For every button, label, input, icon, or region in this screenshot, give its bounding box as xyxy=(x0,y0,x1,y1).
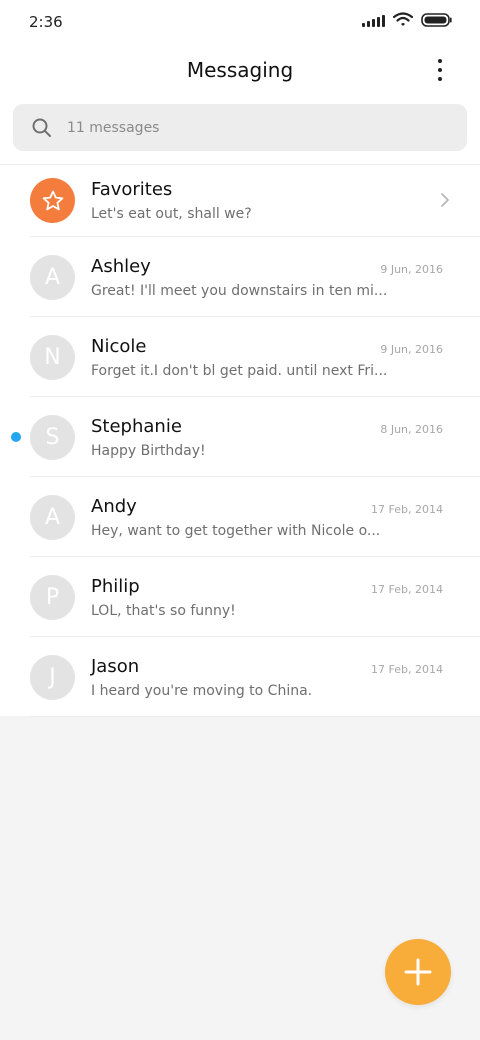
status-time: 2:36 xyxy=(29,13,63,31)
favorites-title: Favorites xyxy=(91,179,173,200)
star-icon xyxy=(42,190,63,210)
divider xyxy=(30,716,480,717)
contact-name: Nicole xyxy=(91,336,147,357)
message-preview: Hey, want to get together with Nicole o.… xyxy=(91,523,381,539)
message-preview: Great! I'll meet you downstairs in ten m… xyxy=(91,283,388,299)
conversation-row[interactable]: J Jason 17 Feb, 2014 I heard you're movi… xyxy=(0,637,480,717)
message-date: 17 Feb, 2014 xyxy=(371,663,443,676)
wifi-icon xyxy=(393,12,413,26)
new-message-button[interactable] xyxy=(385,939,451,1005)
message-date: 9 Jun, 2016 xyxy=(380,343,443,356)
messaging-screen: 2:36 Messaging 11 messages Favorites Let… xyxy=(0,0,480,1040)
avatar: A xyxy=(30,495,75,540)
conversation-row[interactable]: P Philip 17 Feb, 2014 LOL, that's so fun… xyxy=(0,557,480,637)
plus-icon xyxy=(404,958,432,986)
message-preview: Forget it.I don't bl get paid. until nex… xyxy=(91,363,388,379)
contact-name: Jason xyxy=(91,656,140,677)
more-vertical-icon xyxy=(438,59,442,63)
search-bar[interactable] xyxy=(13,104,467,151)
message-preview: I heard you're moving to China. xyxy=(91,683,313,699)
favorites-avatar xyxy=(30,178,75,223)
message-preview: Happy Birthday! xyxy=(91,443,206,459)
status-bar: 2:36 xyxy=(0,0,480,44)
contact-name: Ashley xyxy=(91,256,151,277)
conversation-row[interactable]: N Nicole 9 Jun, 2016 Forget it.I don't b… xyxy=(0,317,480,397)
page-title: Messaging xyxy=(186,58,294,82)
conversation-row[interactable]: S Stephanie 8 Jun, 2016 Happy Birthday! xyxy=(0,397,480,477)
avatar: P xyxy=(30,575,75,620)
app-header: Messaging xyxy=(0,46,480,96)
contact-name: Andy xyxy=(91,496,137,517)
more-options-button[interactable] xyxy=(426,56,454,84)
avatar: S xyxy=(30,415,75,460)
search-input[interactable] xyxy=(67,104,447,151)
chevron-right-icon xyxy=(441,193,449,207)
avatar: A xyxy=(30,255,75,300)
conversation-row[interactable]: A Ashley 9 Jun, 2016 Great! I'll meet yo… xyxy=(0,237,480,317)
message-preview: LOL, that's so funny! xyxy=(91,603,236,619)
battery-icon xyxy=(421,12,452,27)
message-date: 17 Feb, 2014 xyxy=(371,503,443,516)
search-icon xyxy=(32,118,51,137)
favorites-preview: Let's eat out, shall we? xyxy=(91,206,252,222)
message-date: 17 Feb, 2014 xyxy=(371,583,443,596)
unread-indicator xyxy=(11,432,21,442)
signal-icon xyxy=(362,13,385,27)
avatar: N xyxy=(30,335,75,380)
conversation-row[interactable]: A Andy 17 Feb, 2014 Hey, want to get tog… xyxy=(0,477,480,557)
conversation-list: Favorites Let's eat out, shall we? A Ash… xyxy=(0,165,480,717)
avatar: J xyxy=(30,655,75,700)
favorites-row[interactable]: Favorites Let's eat out, shall we? xyxy=(0,165,480,237)
message-date: 8 Jun, 2016 xyxy=(380,423,443,436)
message-date: 9 Jun, 2016 xyxy=(380,263,443,276)
status-icons xyxy=(362,12,452,27)
contact-name: Stephanie xyxy=(91,416,182,437)
contact-name: Philip xyxy=(91,576,140,597)
